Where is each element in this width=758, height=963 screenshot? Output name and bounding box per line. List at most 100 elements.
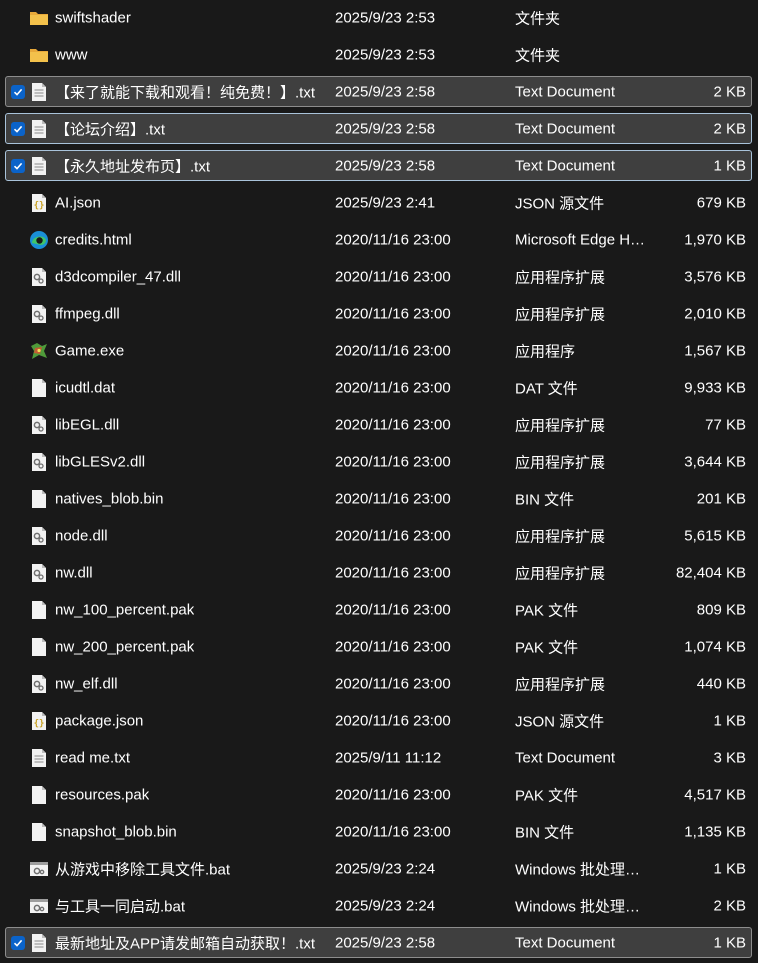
file-row[interactable]: natives_blob.bin 2020/11/16 23:00 BIN 文件 20… bbox=[5, 483, 752, 514]
file-type: Text Document bbox=[515, 157, 616, 174]
row-checkbox[interactable] bbox=[11, 158, 25, 173]
file-name: 【来了就能下载和观看！纯免费！】.txt bbox=[55, 84, 316, 101]
file-date: 2020/11/16 23:00 bbox=[335, 527, 451, 544]
file-date: 2020/11/16 23:00 bbox=[335, 712, 451, 729]
file-date: 2020/11/16 23:00 bbox=[335, 638, 451, 655]
file-row[interactable]: read me.txt 2025/9/11 11:12 Text Document 3… bbox=[5, 742, 752, 773]
file-row[interactable]: 从游戏中移除工具文件.bat 2025/9/23 2:24 Windows 批处理文… bbox=[5, 853, 752, 884]
file-type: 应用程序 bbox=[515, 343, 576, 360]
dll-file-icon bbox=[29, 526, 49, 546]
file-row[interactable]: libEGL.dll 2020/11/16 23:00 应用程序扩展 77 KB bbox=[5, 409, 752, 440]
file-name: natives_blob.bin bbox=[55, 490, 164, 507]
file-date: 2025/9/23 2:53 bbox=[335, 9, 436, 26]
file-row[interactable]: 最新地址及APP请发邮箱自动获取！.txt 2025/9/23 2:58 Text … bbox=[5, 927, 752, 958]
row-checkbox[interactable] bbox=[11, 935, 25, 950]
file-type: 应用程序扩展 bbox=[515, 528, 606, 545]
file-row[interactable]: resources.pak 2020/11/16 23:00 PAK 文件 4,517… bbox=[5, 779, 752, 810]
json-file-icon: {} bbox=[29, 193, 49, 213]
blank-file-icon bbox=[29, 378, 49, 398]
file-row[interactable]: www 2025/9/23 2:53 文件夹 bbox=[5, 39, 752, 70]
dll-file-icon bbox=[29, 304, 49, 324]
file-row[interactable]: 【论坛介绍】.txt 2025/9/23 2:58 Text Document 2 K… bbox=[5, 113, 752, 144]
file-size: 1,074 KB bbox=[684, 638, 746, 655]
file-size: 1 KB bbox=[713, 860, 746, 877]
file-type: BIN 文件 bbox=[515, 824, 575, 841]
file-row[interactable]: {} package.json 2020/11/16 23:00 JSON 源文件 1 … bbox=[5, 705, 752, 736]
file-name: 从游戏中移除工具文件.bat bbox=[55, 861, 231, 878]
file-date: 2020/11/16 23:00 bbox=[335, 379, 451, 396]
file-type: Text Document bbox=[515, 83, 616, 100]
file-date: 2025/9/23 2:41 bbox=[335, 194, 436, 211]
text-file-icon bbox=[29, 933, 49, 953]
file-size: 1,970 KB bbox=[684, 231, 746, 248]
file-size: 5,615 KB bbox=[684, 527, 746, 544]
file-date: 2025/9/11 11:12 bbox=[335, 749, 442, 766]
file-date: 2025/9/23 2:58 bbox=[335, 83, 436, 100]
file-size: 2 KB bbox=[713, 897, 746, 914]
file-name: package.json bbox=[55, 712, 144, 729]
file-row[interactable]: 【永久地址发布页】.txt 2025/9/23 2:58 Text Document… bbox=[5, 150, 752, 181]
dll-file-icon bbox=[29, 452, 49, 472]
file-row[interactable]: swiftshader 2025/9/23 2:53 文件夹 bbox=[5, 2, 752, 33]
file-type: DAT 文件 bbox=[515, 380, 578, 397]
svg-text:{}: {} bbox=[34, 719, 45, 729]
file-row[interactable]: icudtl.dat 2020/11/16 23:00 DAT 文件 9,933 KB bbox=[5, 372, 752, 403]
file-type: 应用程序扩展 bbox=[515, 269, 606, 286]
file-size: 809 KB bbox=[696, 601, 746, 618]
blank-file-icon bbox=[29, 637, 49, 657]
file-row[interactable]: ffmpeg.dll 2020/11/16 23:00 应用程序扩展 2,010 KB bbox=[5, 298, 752, 329]
file-row[interactable]: libGLESv2.dll 2020/11/16 23:00 应用程序扩展 3,644… bbox=[5, 446, 752, 477]
file-size: 679 KB bbox=[696, 194, 746, 211]
file-name: swiftshader bbox=[55, 9, 131, 26]
file-row[interactable]: 【来了就能下载和观看！纯免费！】.txt 2025/9/23 2:58 Text D… bbox=[5, 76, 752, 107]
file-row[interactable]: {} AI.json 2025/9/23 2:41 JSON 源文件 679 KB bbox=[5, 187, 752, 218]
file-type: 应用程序扩展 bbox=[515, 417, 606, 434]
file-row[interactable]: snapshot_blob.bin 2020/11/16 23:00 BIN 文件 1… bbox=[5, 816, 752, 847]
file-size: 2,010 KB bbox=[684, 305, 746, 322]
file-name: d3dcompiler_47.dll bbox=[55, 268, 181, 285]
blank-file-icon bbox=[29, 785, 49, 805]
file-date: 2020/11/16 23:00 bbox=[335, 786, 451, 803]
file-name: nw_200_percent.pak bbox=[55, 638, 195, 655]
file-date: 2025/9/23 2:24 bbox=[335, 860, 436, 877]
file-row[interactable]: d3dcompiler_47.dll 2020/11/16 23:00 应用程序扩展… bbox=[5, 261, 752, 292]
file-row[interactable]: credits.html 2020/11/16 23:00 Microsoft Ed… bbox=[5, 224, 752, 255]
file-name: AI.json bbox=[55, 194, 101, 211]
file-type: 文件夹 bbox=[515, 10, 561, 27]
dll-file-icon bbox=[29, 415, 49, 435]
file-type: 应用程序扩展 bbox=[515, 565, 606, 582]
file-name: ffmpeg.dll bbox=[55, 305, 120, 322]
file-type: Windows 批处理文件 bbox=[515, 898, 647, 915]
file-date: 2020/11/16 23:00 bbox=[335, 416, 451, 433]
file-size: 1 KB bbox=[713, 934, 746, 951]
blank-file-icon bbox=[29, 822, 49, 842]
file-type: Microsoft Edge HTML Document bbox=[515, 231, 647, 248]
file-name: Game.exe bbox=[55, 342, 125, 359]
row-checkbox[interactable] bbox=[11, 84, 25, 99]
file-row[interactable]: nw.dll 2020/11/16 23:00 应用程序扩展 82,404 KB bbox=[5, 557, 752, 588]
file-date: 2020/11/16 23:00 bbox=[335, 675, 451, 692]
file-type: 应用程序扩展 bbox=[515, 306, 606, 323]
json-file-icon: {} bbox=[29, 711, 49, 731]
file-date: 2025/9/23 2:58 bbox=[335, 157, 436, 174]
file-size: 82,404 KB bbox=[675, 564, 746, 581]
file-list: swiftshader 2025/9/23 2:53 文件夹 www 2025/9/23… bbox=[0, 0, 758, 963]
file-name: 【论坛介绍】.txt bbox=[55, 121, 166, 138]
file-row[interactable]: 与工具一同启动.bat 2025/9/23 2:24 Windows 批处理文件 2 … bbox=[5, 890, 752, 921]
file-name: nw.dll bbox=[55, 564, 93, 581]
file-row[interactable]: nw_200_percent.pak 2020/11/16 23:00 PAK 文件… bbox=[5, 631, 752, 662]
file-type: PAK 文件 bbox=[515, 639, 579, 656]
file-date: 2020/11/16 23:00 bbox=[335, 231, 451, 248]
file-row[interactable]: node.dll 2020/11/16 23:00 应用程序扩展 5,615 KB bbox=[5, 520, 752, 551]
file-name: 【永久地址发布页】.txt bbox=[55, 158, 211, 175]
file-date: 2020/11/16 23:00 bbox=[335, 823, 451, 840]
text-file-icon bbox=[29, 748, 49, 768]
file-date: 2020/11/16 23:00 bbox=[335, 490, 451, 507]
file-row[interactable]: Game.exe 2020/11/16 23:00 应用程序 1,567 KB bbox=[5, 335, 752, 366]
file-row[interactable]: nw_100_percent.pak 2020/11/16 23:00 PAK 文件… bbox=[5, 594, 752, 625]
folder-icon bbox=[29, 45, 49, 65]
blank-file-icon bbox=[29, 600, 49, 620]
file-row[interactable]: nw_elf.dll 2020/11/16 23:00 应用程序扩展 440 KB bbox=[5, 668, 752, 699]
file-size: 9,933 KB bbox=[684, 379, 746, 396]
row-checkbox[interactable] bbox=[11, 121, 25, 136]
